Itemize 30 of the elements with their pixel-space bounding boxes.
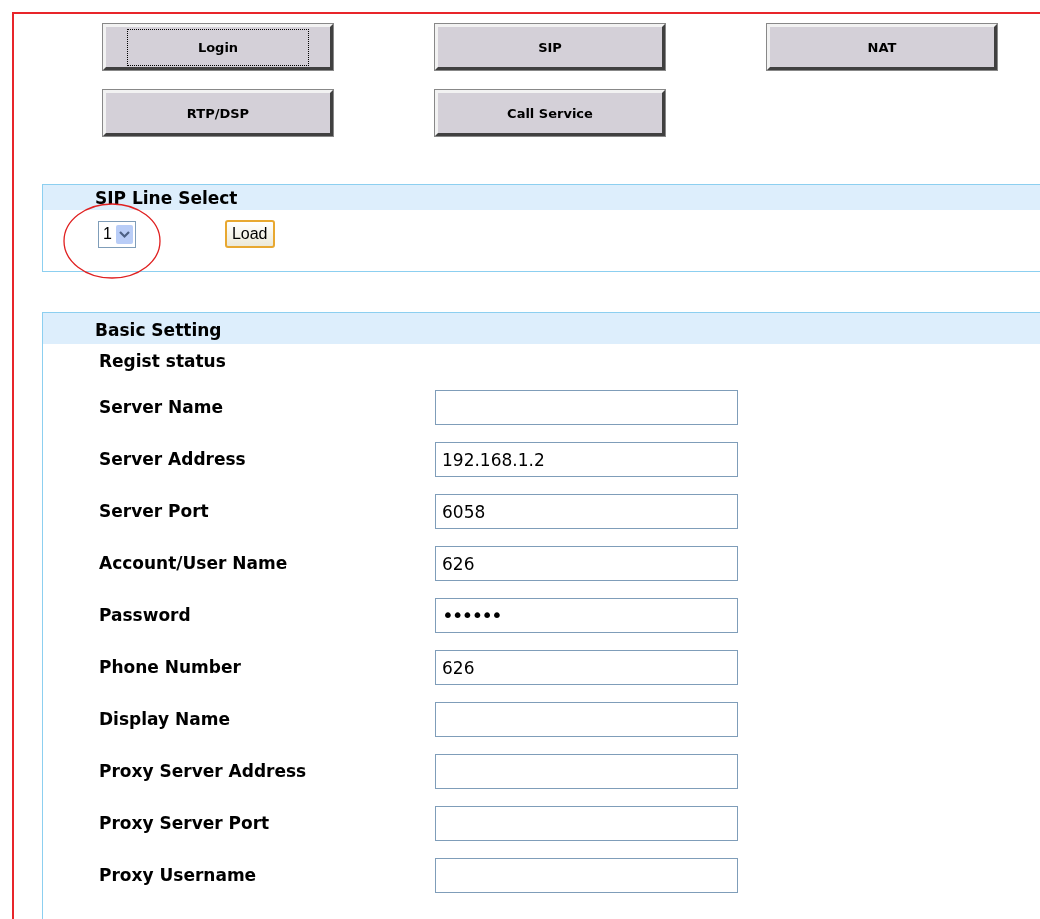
nav-button[interactable]: RTP/DSP xyxy=(103,90,333,136)
input-field[interactable] xyxy=(435,753,738,789)
field-label: Server Address xyxy=(99,449,247,469)
input-field[interactable]: 6058 xyxy=(435,493,738,529)
load-button[interactable]: Load xyxy=(224,220,275,248)
input-field[interactable] xyxy=(435,857,738,893)
nav-button[interactable]: Login xyxy=(103,24,333,70)
input-field[interactable] xyxy=(435,805,738,841)
input-field[interactable]: 626 xyxy=(435,545,738,581)
nav-button[interactable]: SIP xyxy=(435,24,665,70)
line-dropdown[interactable]: 1 xyxy=(98,220,136,248)
field-label: Proxy Username xyxy=(99,865,258,885)
input-field[interactable]: 626 xyxy=(435,649,738,685)
field-label: Proxy Server Port xyxy=(99,813,271,833)
field-label: Regist status xyxy=(99,351,227,371)
field-label: Password xyxy=(99,605,192,625)
section-title: Basic Setting xyxy=(43,313,1040,344)
nav-button[interactable]: Call Service xyxy=(435,90,665,136)
field-label: Display Name xyxy=(99,709,231,729)
password-field[interactable]: •••••• xyxy=(435,597,738,633)
field-label: Phone Number xyxy=(99,657,242,677)
input-field[interactable] xyxy=(435,701,738,737)
field-label: Server Port xyxy=(99,501,210,521)
field-label: Account/User Name xyxy=(99,553,289,573)
nav-button[interactable]: NAT xyxy=(767,24,997,70)
section-title: SIP Line Select xyxy=(43,185,1040,210)
field-label: Proxy Server Address xyxy=(99,761,308,781)
input-field[interactable] xyxy=(435,389,738,425)
input-field[interactable]: 192.168.1.2 xyxy=(435,441,738,477)
field-label: Server Name xyxy=(99,397,224,417)
